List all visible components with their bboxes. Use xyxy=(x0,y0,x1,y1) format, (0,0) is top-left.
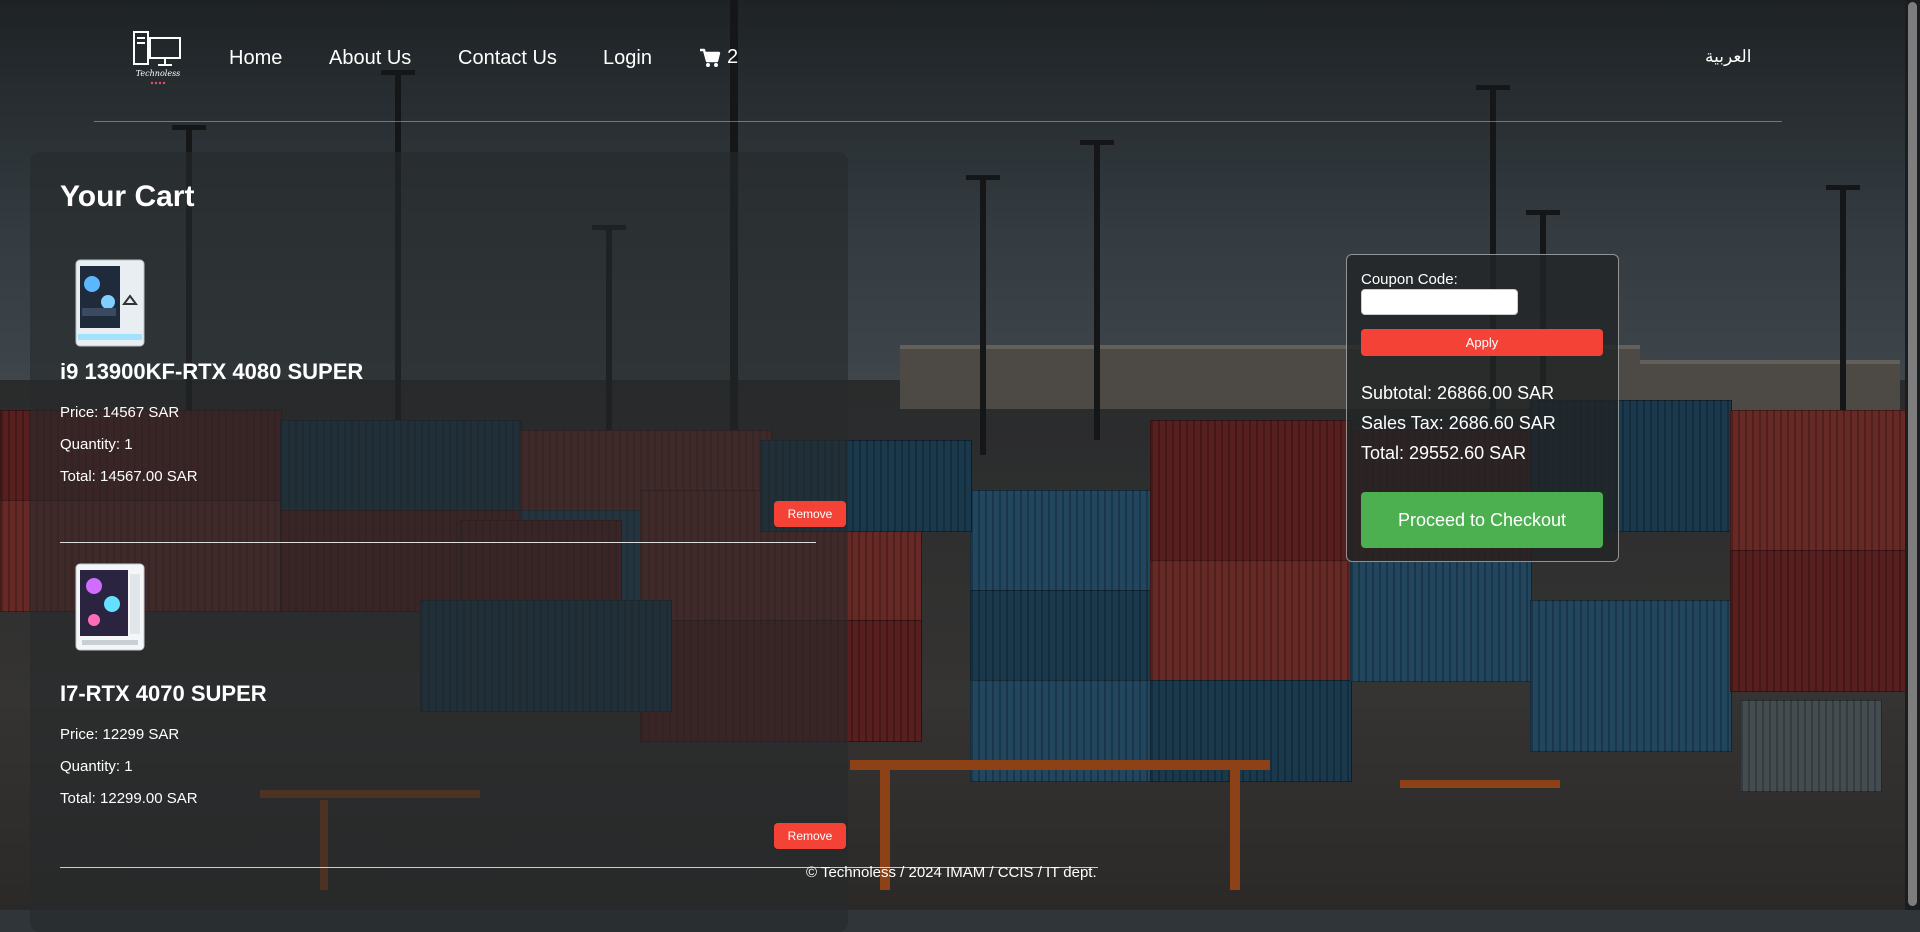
pc-case-image xyxy=(75,259,145,347)
item-divider xyxy=(60,542,816,543)
scrollbar-thumb[interactable] xyxy=(1908,2,1917,906)
pc-case-image xyxy=(75,563,145,651)
item-total: Total: 12299.00 SAR xyxy=(60,790,198,807)
cart-title: Your Cart xyxy=(60,180,195,213)
svg-text:Technoless: Technoless xyxy=(136,69,181,78)
technoless-logo[interactable]: Technoless xyxy=(128,28,188,88)
coupon-code-input[interactable] xyxy=(1361,289,1518,315)
order-summary: Coupon Code: Apply Subtotal: 26866.00 SA… xyxy=(1346,254,1619,562)
coupon-label: Coupon Code: xyxy=(1361,271,1458,288)
site-header: Technoless Home About Us Contact Us Logi… xyxy=(0,0,1920,122)
page-scrollbar[interactable] xyxy=(1905,0,1920,910)
sales-tax-text: Sales Tax: 2686.60 SAR xyxy=(1361,413,1556,433)
proceed-to-checkout-button[interactable]: Proceed to Checkout xyxy=(1361,492,1603,548)
apply-coupon-button[interactable]: Apply xyxy=(1361,329,1603,356)
header-divider xyxy=(94,121,1782,122)
cart-panel: Your Cart i9 13900KF-RTX 4080 SUPER Pric… xyxy=(30,152,848,932)
item-price: Price: 14567 SAR xyxy=(60,404,180,421)
footer-copyright: © Technoless / 2024 IMAM / CCIS / IT dep… xyxy=(806,864,1097,881)
nav-cart[interactable]: 2 xyxy=(699,46,738,69)
computer-logo-icon: Technoless xyxy=(133,31,181,85)
shopping-cart-icon xyxy=(700,48,721,67)
nav-home[interactable]: Home xyxy=(229,47,282,70)
remove-item-button[interactable]: Remove xyxy=(774,823,846,849)
subtotal-text: Subtotal: 26866.00 SAR xyxy=(1361,383,1555,403)
cart-count: 2 xyxy=(727,46,739,68)
order-total-text: Total: 29552.60 SAR xyxy=(1361,443,1527,463)
nav-about-us[interactable]: About Us xyxy=(329,47,411,70)
nav-contact-us[interactable]: Contact Us xyxy=(458,47,557,70)
remove-item-button[interactable]: Remove xyxy=(774,501,846,527)
nav-login[interactable]: Login xyxy=(603,47,652,70)
item-name: i9 13900KF-RTX 4080 SUPER xyxy=(60,359,364,384)
item-total: Total: 14567.00 SAR xyxy=(60,468,198,485)
item-price: Price: 12299 SAR xyxy=(60,726,180,743)
item-quantity: Quantity: 1 xyxy=(60,758,133,775)
language-switch-arabic[interactable]: العربية xyxy=(1705,47,1751,67)
item-quantity: Quantity: 1 xyxy=(60,436,133,453)
item-name: I7-RTX 4070 SUPER xyxy=(60,681,267,706)
